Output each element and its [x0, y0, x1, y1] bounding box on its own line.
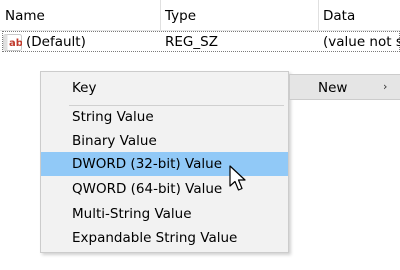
- column-header-data[interactable]: Data: [323, 0, 355, 30]
- column-divider[interactable]: [318, 0, 319, 30]
- menu-item-expandable-string-value[interactable]: Expandable String Value: [41, 226, 288, 250]
- mouse-pointer-icon: [229, 165, 246, 191]
- menu-item-dword-value[interactable]: DWORD (32-bit) Value: [41, 152, 288, 176]
- menu-item-qword-value[interactable]: QWORD (64-bit) Value: [41, 177, 288, 201]
- row-name: (Default): [26, 34, 86, 50]
- column-divider[interactable]: [160, 0, 161, 30]
- menu-item-string-value[interactable]: String Value: [41, 105, 288, 129]
- menu-item-key[interactable]: Key: [41, 76, 288, 100]
- menu-item-new[interactable]: New ›: [289, 74, 400, 100]
- column-header-name[interactable]: Name: [5, 0, 45, 30]
- menu-item-binary-value[interactable]: Binary Value: [41, 129, 288, 153]
- chevron-right-icon: ›: [383, 80, 388, 93]
- row-data: (value not s: [323, 34, 400, 50]
- menu-item-multi-string-value[interactable]: Multi-String Value: [41, 202, 288, 226]
- row-type: REG_SZ: [165, 34, 218, 50]
- menu-item-new-label: New: [318, 80, 348, 96]
- new-submenu: Key String Value Binary Value DWORD (32-…: [40, 71, 289, 253]
- list-header: Name Type Data: [0, 0, 400, 31]
- string-value-icon: ab: [3, 34, 22, 51]
- table-row[interactable]: (Default) REG_SZ (value not s: [0, 31, 400, 53]
- svg-text:ab: ab: [9, 38, 22, 49]
- column-header-type[interactable]: Type: [165, 0, 196, 30]
